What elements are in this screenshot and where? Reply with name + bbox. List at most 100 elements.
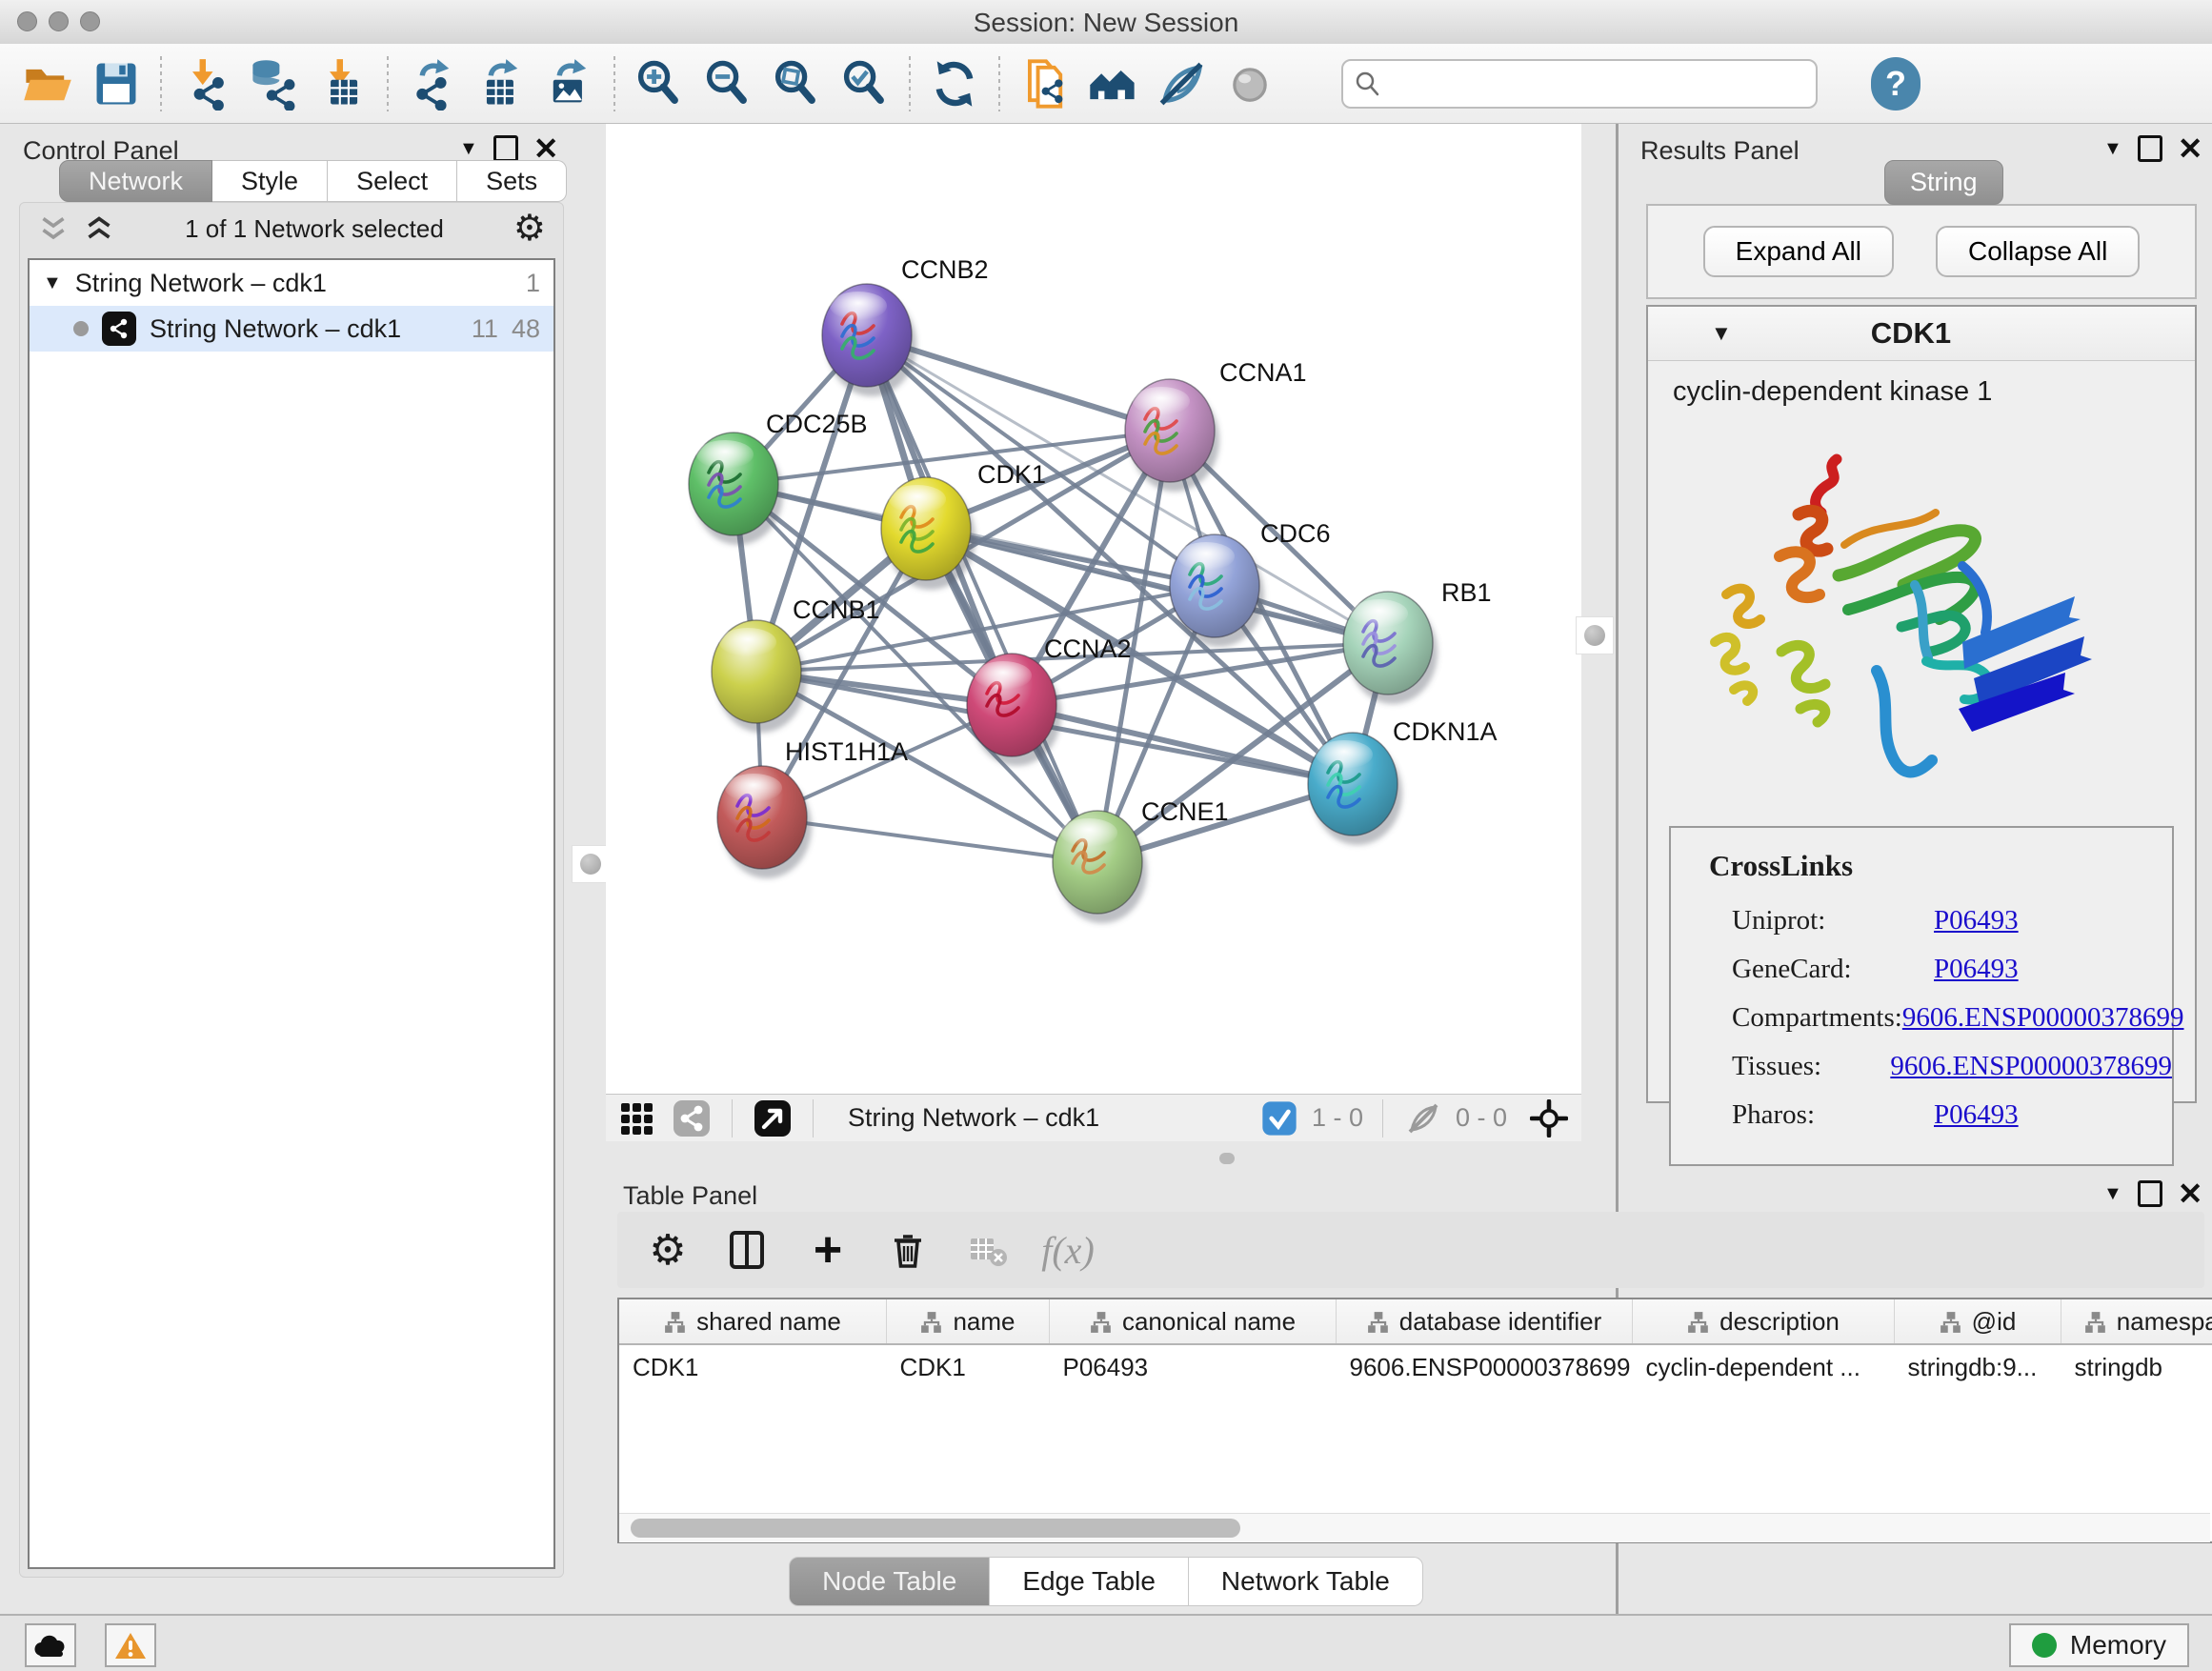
import-table-button[interactable] <box>309 51 377 116</box>
table-cell[interactable]: stringdb <box>2061 1344 2212 1389</box>
panel-menu-icon[interactable]: ▼ <box>2103 1183 2122 1205</box>
collapse-all-button[interactable]: Collapse All <box>1936 226 2140 277</box>
column-header[interactable]: canonical name <box>1050 1299 1337 1344</box>
open-file-button[interactable] <box>13 51 82 116</box>
float-panel-icon[interactable] <box>2138 135 2162 162</box>
column-header[interactable]: name <box>887 1299 1050 1344</box>
table-cell[interactable]: CDK1 <box>619 1344 887 1389</box>
apply-layout-button[interactable] <box>920 51 989 116</box>
collapse-section-icon[interactable]: ▼ <box>1711 321 1732 346</box>
close-panel-icon[interactable]: ✕ <box>533 138 559 159</box>
save-session-button[interactable] <box>82 51 151 116</box>
table-cell[interactable]: cyclin-dependent ... <box>1633 1344 1895 1389</box>
string-style-icon[interactable] <box>671 1097 713 1139</box>
node-CDC25B[interactable]: CDC25B <box>689 410 868 545</box>
import-network-file-button[interactable] <box>171 51 240 116</box>
edge[interactable] <box>762 817 1097 862</box>
column-header[interactable]: @id <box>1895 1299 2061 1344</box>
column-header[interactable]: database identifier <box>1337 1299 1633 1344</box>
enhanced-graphics-button[interactable] <box>1147 51 1216 116</box>
node-HIST1H1A[interactable]: HIST1H1A <box>717 737 908 878</box>
hidden-eye-icon[interactable] <box>1402 1097 1444 1139</box>
collapse-all-icon[interactable] <box>37 214 70 243</box>
expand-all-icon[interactable] <box>83 214 115 243</box>
tab-edge-table[interactable]: Edge Table <box>990 1557 1189 1606</box>
float-panel-icon[interactable] <box>2138 1180 2162 1207</box>
level-of-detail-button[interactable] <box>1216 51 1284 116</box>
help-button[interactable]: ? <box>1871 57 1920 111</box>
open-external-icon[interactable] <box>752 1097 794 1139</box>
network-options-gear-icon[interactable]: ⚙ <box>513 211 546 247</box>
network-canvas[interactable]: CCNB2 CCNA1 CDC25B CDK1 CDC6 RB1 <box>606 124 1581 1094</box>
horizontal-splitter-handle[interactable] <box>1219 1153 1235 1164</box>
node-CCNB2[interactable]: CCNB2 <box>822 255 989 396</box>
table-cell[interactable]: P06493 <box>1050 1344 1337 1389</box>
open-in-web-button[interactable] <box>1010 51 1078 116</box>
node-RB1[interactable]: RB1 <box>1343 578 1492 704</box>
protein-section-header[interactable]: ▼ CDK1 <box>1648 307 2195 361</box>
string-home-button[interactable] <box>1078 51 1147 116</box>
create-column-icon[interactable]: + <box>804 1226 852 1274</box>
search-box[interactable] <box>1341 59 1818 109</box>
zoom-selected-button[interactable] <box>831 51 899 116</box>
tab-select[interactable]: Select <box>328 160 457 202</box>
column-header[interactable]: description <box>1633 1299 1895 1344</box>
expand-all-button[interactable]: Expand All <box>1703 226 1894 277</box>
node-CCNE1[interactable]: CCNE1 <box>1053 797 1229 923</box>
cloud-status-button[interactable] <box>25 1623 76 1667</box>
zoom-in-button[interactable] <box>625 51 694 116</box>
tab-network[interactable]: Network <box>59 160 212 202</box>
show-columns-icon[interactable] <box>724 1226 772 1274</box>
panel-menu-icon[interactable]: ▼ <box>459 138 478 160</box>
edge[interactable] <box>1012 705 1353 784</box>
crosslink-link[interactable]: 9606.ENSP00000378699 <box>1890 1051 2172 1082</box>
network-collection-row[interactable]: ▼ String Network – cdk1 1 <box>30 260 553 306</box>
network-row[interactable]: String Network – cdk1 11 48 <box>30 306 553 352</box>
search-input[interactable] <box>1389 68 1804 99</box>
memory-button[interactable]: Memory <box>2009 1623 2189 1667</box>
crosslink-link[interactable]: P06493 <box>1934 1099 2019 1131</box>
table-cell[interactable]: 9606.ENSP00000378699 <box>1337 1344 1633 1389</box>
warning-status-button[interactable] <box>105 1623 156 1667</box>
node-CCNA1[interactable]: CCNA1 <box>1125 358 1307 492</box>
selected-checkbox-icon[interactable] <box>1258 1097 1300 1139</box>
column-header[interactable]: namespace <box>2061 1299 2212 1344</box>
column-header[interactable]: shared name <box>619 1299 887 1344</box>
zoom-out-button[interactable] <box>694 51 762 116</box>
crosslink-link[interactable]: P06493 <box>1934 954 2019 985</box>
tab-node-table[interactable]: Node Table <box>789 1557 990 1606</box>
node-CDC6[interactable]: CDC6 <box>1170 519 1331 647</box>
left-splitter-handle[interactable] <box>572 845 610 883</box>
node-CDK1[interactable]: CDK1 <box>881 460 1046 590</box>
fit-selected-crosshair-icon[interactable] <box>1528 1097 1570 1139</box>
birdseye-grid-icon[interactable] <box>617 1097 659 1139</box>
scrollbar-thumb[interactable] <box>631 1519 1240 1538</box>
table-horizontal-scrollbar[interactable] <box>619 1513 2210 1542</box>
import-network-database-button[interactable] <box>240 51 309 116</box>
float-panel-icon[interactable] <box>493 135 518 162</box>
close-panel-icon[interactable]: ✕ <box>2178 138 2203 159</box>
table-cell[interactable]: CDK1 <box>887 1344 1050 1389</box>
zoom-fit-button[interactable] <box>762 51 831 116</box>
right-splitter-handle[interactable] <box>1576 616 1614 654</box>
export-image-button[interactable] <box>535 51 604 116</box>
table-options-gear-icon[interactable]: ⚙ <box>644 1226 692 1274</box>
crosslink-link[interactable]: 9606.ENSP00000378699 <box>1902 1002 2184 1034</box>
close-panel-icon[interactable]: ✕ <box>2178 1183 2203 1204</box>
node-CCNB1[interactable]: CCNB1 <box>712 595 880 733</box>
export-network-button[interactable] <box>398 51 467 116</box>
crosslink-link[interactable]: P06493 <box>1934 905 2019 936</box>
export-table-button[interactable] <box>467 51 535 116</box>
delete-column-icon[interactable] <box>884 1226 932 1274</box>
panel-menu-icon[interactable]: ▼ <box>2103 138 2122 160</box>
tab-network-table[interactable]: Network Table <box>1189 1557 1423 1606</box>
table-row[interactable]: CDK1CDK1P064939606.ENSP00000378699cyclin… <box>619 1344 2212 1389</box>
node-table[interactable]: shared name name canonical name database… <box>617 1298 2212 1543</box>
tab-sets[interactable]: Sets <box>457 160 567 202</box>
tab-string[interactable]: String <box>1884 160 2003 205</box>
table-cell[interactable]: stringdb:9... <box>1895 1344 2061 1389</box>
node-CDKN1A[interactable]: CDKN1A <box>1308 717 1498 845</box>
collection-expand-icon[interactable]: ▼ <box>43 272 62 294</box>
tab-style[interactable]: Style <box>212 160 328 202</box>
edge[interactable] <box>867 335 1097 862</box>
